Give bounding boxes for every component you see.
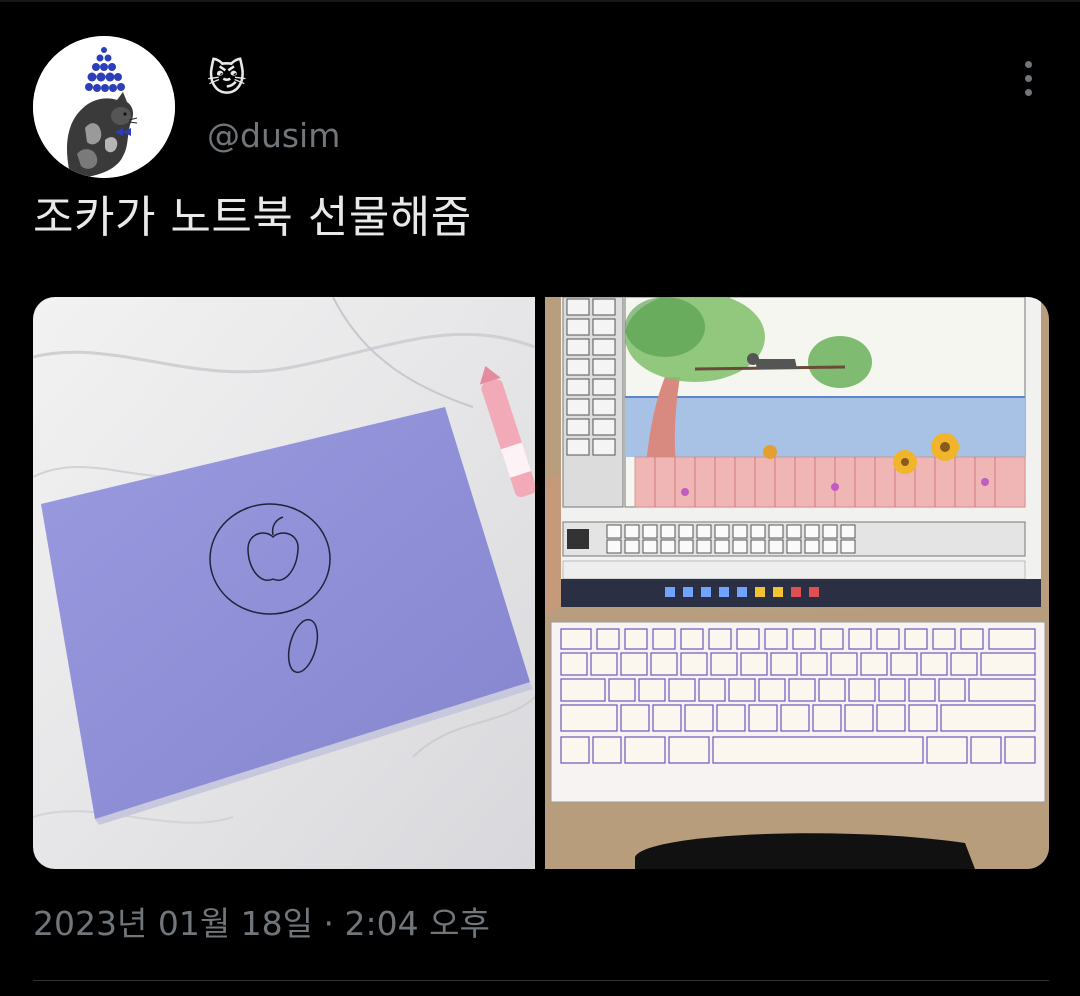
divider [33, 980, 1049, 981]
more-vertical-icon-dot [1024, 88, 1032, 96]
tweet-text: 조카가 노트북 선물해줌 [33, 192, 472, 243]
photo-laptop[interactable] [545, 297, 1049, 869]
photo-notebook[interactable] [33, 297, 537, 869]
more-vertical-icon-dot [1024, 74, 1032, 82]
tweet: 😼 @dusim 조카가 노트북 선물해줌 2023년 01월 18일 · 2:… [0, 0, 1080, 996]
avatar[interactable] [33, 36, 175, 178]
media-grid [33, 297, 1049, 869]
divider [0, 0, 1080, 2]
display-name[interactable]: 😼 [207, 56, 247, 100]
more-vertical-icon [1024, 60, 1032, 68]
notebook-photo-image [33, 297, 537, 869]
avatar-image [33, 36, 175, 178]
more-button[interactable] [1008, 56, 1048, 100]
tweet-timestamp[interactable]: 2023년 01월 18일 · 2:04 오후 [33, 900, 490, 948]
handle[interactable]: @dusim [207, 114, 340, 158]
laptop-photo-image [545, 297, 1049, 869]
